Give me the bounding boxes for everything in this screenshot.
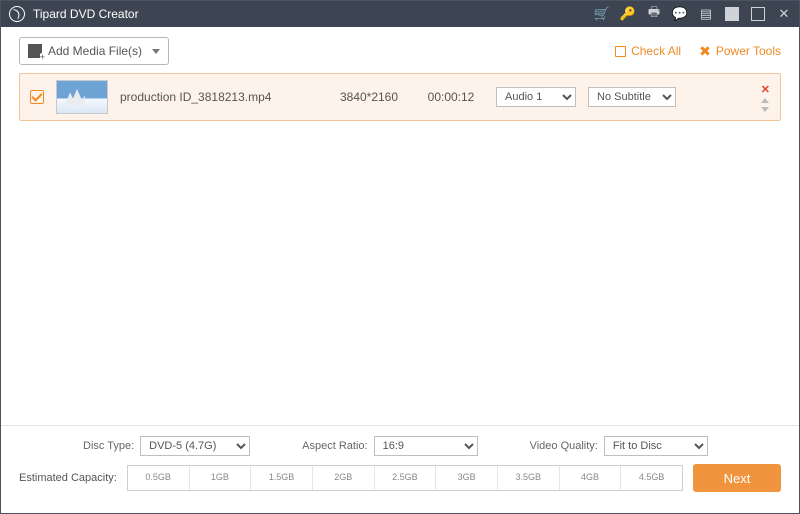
titlebar: Tipard DVD Creator 🛒 🔑 🖶 💬 ▤ ✕ [1,1,799,27]
app-title: Tipard DVD Creator [33,7,595,21]
video-quality-label: Video Quality: [530,440,598,452]
reorder-icon[interactable] [761,98,770,112]
toolbar: Add Media File(s) Check All ✖ Power Tool… [1,27,799,73]
titlebar-controls: 🛒 🔑 🖶 💬 ▤ ✕ [595,7,791,21]
video-quality-select[interactable]: Fit to Disc [604,436,708,456]
aspect-ratio-label: Aspect Ratio: [302,440,367,452]
tick-label: 1.5GB [251,472,312,482]
table-row[interactable]: production ID_3818213.mp4 3840*2160 00:0… [19,73,781,121]
tick-label: 2GB [313,472,374,482]
file-resolution: 3840*2160 [332,90,406,104]
file-duration: 00:00:12 [418,90,484,104]
add-media-button[interactable]: Add Media File(s) [19,37,169,65]
maximize-icon[interactable] [751,7,765,21]
tick-label: 0.5GB [128,472,189,482]
tick-label: 1GB [190,472,251,482]
file-name: production ID_3818213.mp4 [120,90,320,104]
tick-label: 4GB [560,472,621,482]
chevron-down-icon [152,49,160,54]
checkbox-icon [615,46,626,57]
capacity-row: Estimated Capacity: 0.5GB 1GB 1.5GB 2GB … [19,464,781,492]
add-media-label: Add Media File(s) [48,44,142,58]
app-logo-icon [9,6,25,22]
audio-track-select[interactable]: Audio 1 [496,87,576,107]
add-file-icon [28,44,42,58]
tick-label: 3GB [436,472,497,482]
print-icon[interactable]: 🖶 [647,7,661,21]
minimize-icon[interactable] [725,7,739,21]
check-all-button[interactable]: Check All [615,44,681,58]
chat-icon[interactable]: 💬 [673,7,687,21]
output-settings-row: Disc Type: DVD-5 (4.7G) Aspect Ratio: 16… [19,436,781,456]
tools-icon: ✖ [699,43,711,60]
capacity-label: Estimated Capacity: [19,472,117,484]
power-tools-label: Power Tools [716,44,781,58]
tick-label: 4.5GB [621,472,682,482]
close-icon[interactable]: ✕ [777,7,791,21]
row-checkbox[interactable] [30,90,44,104]
menu-icon[interactable]: ▤ [699,7,713,21]
subtitle-select[interactable]: No Subtitle [588,87,676,107]
video-thumbnail [56,80,108,114]
tick-label: 3.5GB [498,472,559,482]
key-icon[interactable]: 🔑 [621,7,635,21]
check-all-label: Check All [631,44,681,58]
file-list: production ID_3818213.mp4 3840*2160 00:0… [1,73,799,425]
delete-icon[interactable]: ✕ [761,83,770,96]
bottom-panel: Disc Type: DVD-5 (4.7G) Aspect Ratio: 16… [1,425,799,504]
tick-label: 2.5GB [375,472,436,482]
row-controls: ✕ [761,83,770,112]
cart-icon[interactable]: 🛒 [595,7,609,21]
disc-type-select[interactable]: DVD-5 (4.7G) [140,436,250,456]
capacity-bar: 0.5GB 1GB 1.5GB 2GB 2.5GB 3GB 3.5GB 4GB … [127,465,683,491]
next-button[interactable]: Next [693,464,781,492]
capacity-ticks: 0.5GB 1GB 1.5GB 2GB 2.5GB 3GB 3.5GB 4GB … [128,466,682,490]
aspect-ratio-select[interactable]: 16:9 [374,436,478,456]
power-tools-button[interactable]: ✖ Power Tools [699,43,781,60]
disc-type-label: Disc Type: [83,440,134,452]
